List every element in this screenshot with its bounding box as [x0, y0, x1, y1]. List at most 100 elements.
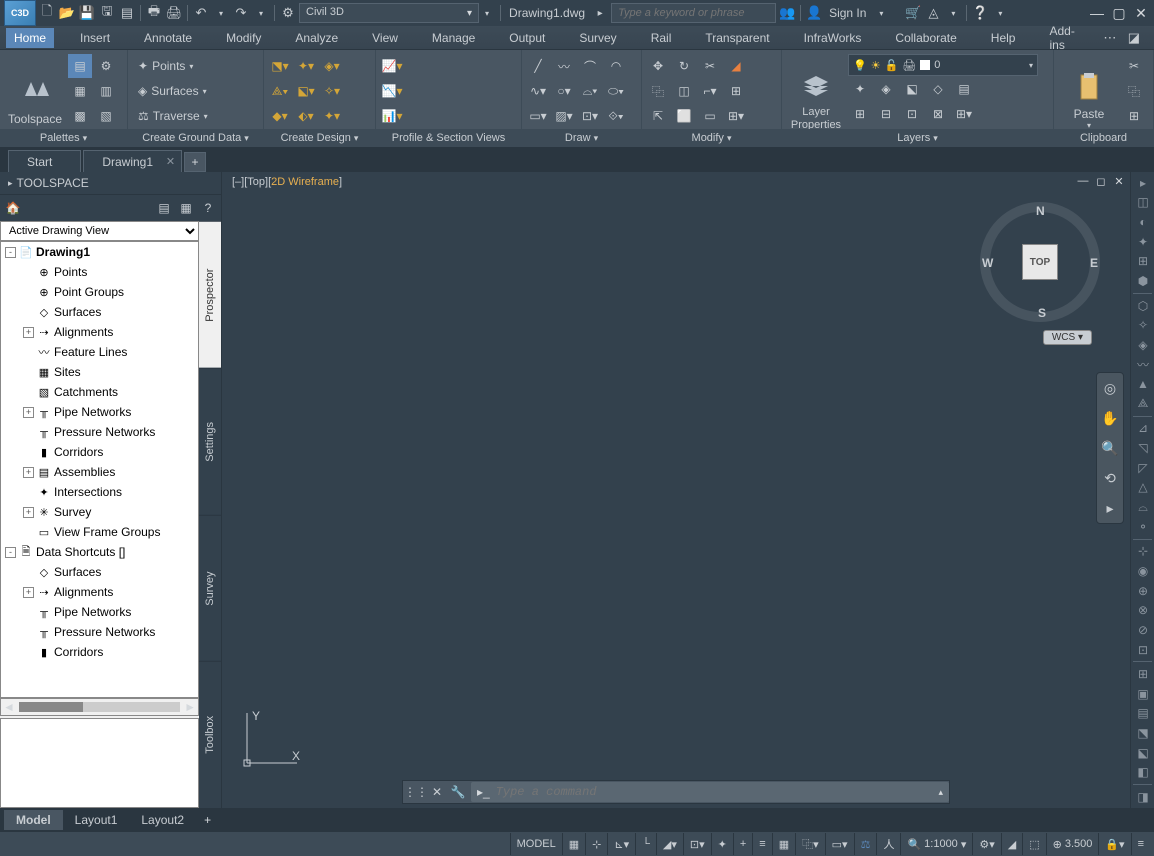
line-icon[interactable]: ╱ [526, 54, 550, 78]
palette-btn-3[interactable]: ▦ [68, 79, 92, 103]
viewport-label[interactable]: [–][Top][2D Wireframe] [232, 176, 342, 188]
point-icon[interactable]: ⊡▾ [578, 104, 602, 128]
tab-view[interactable]: View [364, 28, 406, 48]
ribbon-overflow-icon[interactable]: ⋯ [1101, 29, 1119, 47]
layout-tab-model[interactable]: Model [4, 810, 63, 830]
tab-output[interactable]: Output [501, 28, 553, 48]
vtab-settings[interactable]: Settings [199, 368, 221, 515]
right-tool-btn[interactable]: ◫ [1133, 194, 1153, 212]
tree-item[interactable]: ╥Pipe Networks [1, 602, 198, 622]
status-decimal-icon[interactable]: ⬚ [1022, 833, 1045, 855]
status-elev[interactable]: ⊕ 3.500 [1046, 833, 1099, 855]
layer-btn-1[interactable]: ✦ [848, 77, 872, 101]
trim-icon[interactable]: ✂ [698, 54, 722, 78]
tree-item[interactable]: ▦Sites [1, 362, 198, 382]
right-tool-btn[interactable]: ▣ [1133, 685, 1153, 703]
3dpoly-icon[interactable]: ⟐▾ [604, 104, 628, 128]
status-grid-icon[interactable]: ▦ [562, 833, 585, 855]
array-icon[interactable]: ⊞ [724, 79, 748, 103]
drawing-canvas[interactable]: [–][Top][2D Wireframe] — ◻ ✕ TOP NS EW W… [222, 172, 1130, 808]
stretch-icon[interactable]: ⇱ [646, 104, 670, 128]
status-lock-icon[interactable]: 🔒▾ [1098, 833, 1130, 855]
right-tool-btn[interactable]: ◹ [1133, 439, 1153, 457]
right-tool-btn[interactable]: ⚬ [1133, 518, 1153, 536]
layer-btn-2[interactable]: ◈ [874, 77, 898, 101]
tab-annotate[interactable]: Annotate [136, 28, 200, 48]
minimize-icon[interactable]: — [1088, 4, 1106, 22]
tree-item[interactable]: ▮Corridors [1, 442, 198, 462]
circle-icon[interactable]: ○▾ [552, 79, 576, 103]
nav-wheel-icon[interactable]: ◎ [1099, 377, 1121, 399]
vp-close-icon[interactable]: ✕ [1112, 174, 1126, 188]
right-tool-btn[interactable]: ⬔ [1133, 724, 1153, 742]
cmd-wrench-icon[interactable]: 🔧 [449, 783, 467, 801]
status-gear-icon[interactable]: ⚙▾ [972, 833, 1000, 855]
status-transp-icon[interactable]: ▦ [772, 833, 795, 855]
nav-pan-icon[interactable]: ✋ [1099, 407, 1121, 429]
new-icon[interactable]: 🗋 [38, 4, 56, 22]
right-tool-btn[interactable]: ⬡ [1133, 297, 1153, 315]
tree-expand-icon[interactable]: + [23, 587, 34, 598]
right-tool-btn[interactable]: ⊞ [1133, 253, 1153, 271]
status-measure-icon[interactable]: 人 [876, 833, 900, 855]
app-logo[interactable]: C3D [4, 0, 36, 26]
layout-tab-add[interactable]: + [196, 810, 219, 830]
tree-item[interactable]: +▤Assemblies [1, 462, 198, 482]
design-btn-1[interactable]: ⬔▾ [268, 54, 292, 78]
cmd-handle-icon[interactable]: ⋮⋮ [407, 783, 425, 801]
design-btn-7[interactable]: ◆▾ [268, 104, 292, 128]
arc-icon[interactable]: ⌒ [578, 54, 602, 78]
status-osnap-icon[interactable]: ⊡▾ [683, 833, 711, 855]
status-lwt-icon[interactable]: ≡ [752, 833, 771, 855]
tree-item[interactable]: ▮Corridors [1, 642, 198, 662]
tab-collaborate[interactable]: Collaborate [887, 28, 964, 48]
right-tool-btn[interactable]: ⬢ [1133, 272, 1153, 290]
tab-transparent[interactable]: Transparent [697, 28, 777, 48]
layer-btn-5[interactable]: ▤ [952, 77, 976, 101]
right-tool-btn[interactable]: ⬕ [1133, 744, 1153, 762]
signin-label[interactable]: Sign In [825, 6, 870, 20]
cart-icon[interactable]: 🛒 [904, 4, 922, 22]
tree-expand-icon[interactable]: + [23, 407, 34, 418]
palette-btn-5[interactable]: ▩ [68, 104, 92, 128]
layer-btn-7[interactable]: ⊟ [874, 102, 898, 126]
layer-selector[interactable]: 💡☀🔓🖨 0▾ [848, 54, 1038, 76]
vtab-prospector[interactable]: Prospector [199, 221, 221, 368]
tree-item[interactable]: +╥Pipe Networks [1, 402, 198, 422]
file-tab-drawing1[interactable]: Drawing1✕ [83, 150, 182, 172]
right-tool-btn[interactable]: 〰 [1133, 356, 1153, 374]
tab-manage[interactable]: Manage [424, 28, 483, 48]
mirror-icon[interactable]: ◫ [672, 79, 696, 103]
filename-dropdown-icon[interactable]: ▸ [591, 4, 609, 22]
ts-home-icon[interactable]: 🏠 [4, 199, 22, 217]
layer-btn-8[interactable]: ⊡ [900, 102, 924, 126]
right-tool-btn[interactable]: ⊘ [1133, 621, 1153, 639]
status-model[interactable]: MODEL [510, 833, 562, 855]
right-tool-btn[interactable]: ⊹ [1133, 542, 1153, 560]
right-tool-btn[interactable]: ✧ [1133, 316, 1153, 334]
arc-dd-icon[interactable]: ⌓▾ [578, 79, 602, 103]
spline-icon[interactable]: ∿▾ [526, 79, 550, 103]
tree-item[interactable]: ◇Surfaces [1, 302, 198, 322]
redo-dropdown-icon[interactable]: ▾ [252, 4, 270, 22]
vtab-survey[interactable]: Survey [199, 515, 221, 662]
right-tool-btn[interactable]: ▸ [1133, 174, 1153, 192]
cut-icon[interactable]: ✂ [1122, 54, 1146, 78]
design-btn-6[interactable]: ✧▾ [320, 79, 344, 103]
tree-item[interactable]: ▧Catchments [1, 382, 198, 402]
close-icon[interactable]: ✕ [1132, 4, 1150, 22]
arc2-icon[interactable]: ◠ [604, 54, 628, 78]
move-icon[interactable]: ✥ [646, 54, 670, 78]
nav-zoom-icon[interactable]: 🔍 [1099, 437, 1121, 459]
tree-item[interactable]: ⊕Points [1, 262, 198, 282]
tree-item[interactable]: +⇢Alignments [1, 322, 198, 342]
layer-btn-10[interactable]: ⊞▾ [952, 102, 976, 126]
design-btn-3[interactable]: ◈▾ [320, 54, 344, 78]
tab-home[interactable]: Home [6, 28, 54, 48]
save-icon[interactable]: 💾 [78, 4, 96, 22]
match-icon[interactable]: ⊞ [1122, 104, 1146, 128]
right-tool-btn[interactable]: ✦ [1133, 233, 1153, 251]
search-input[interactable] [611, 3, 776, 23]
wcs-badge[interactable]: WCS ▾ [1043, 330, 1092, 345]
nav-orbit-icon[interactable]: ⟲ [1099, 467, 1121, 489]
